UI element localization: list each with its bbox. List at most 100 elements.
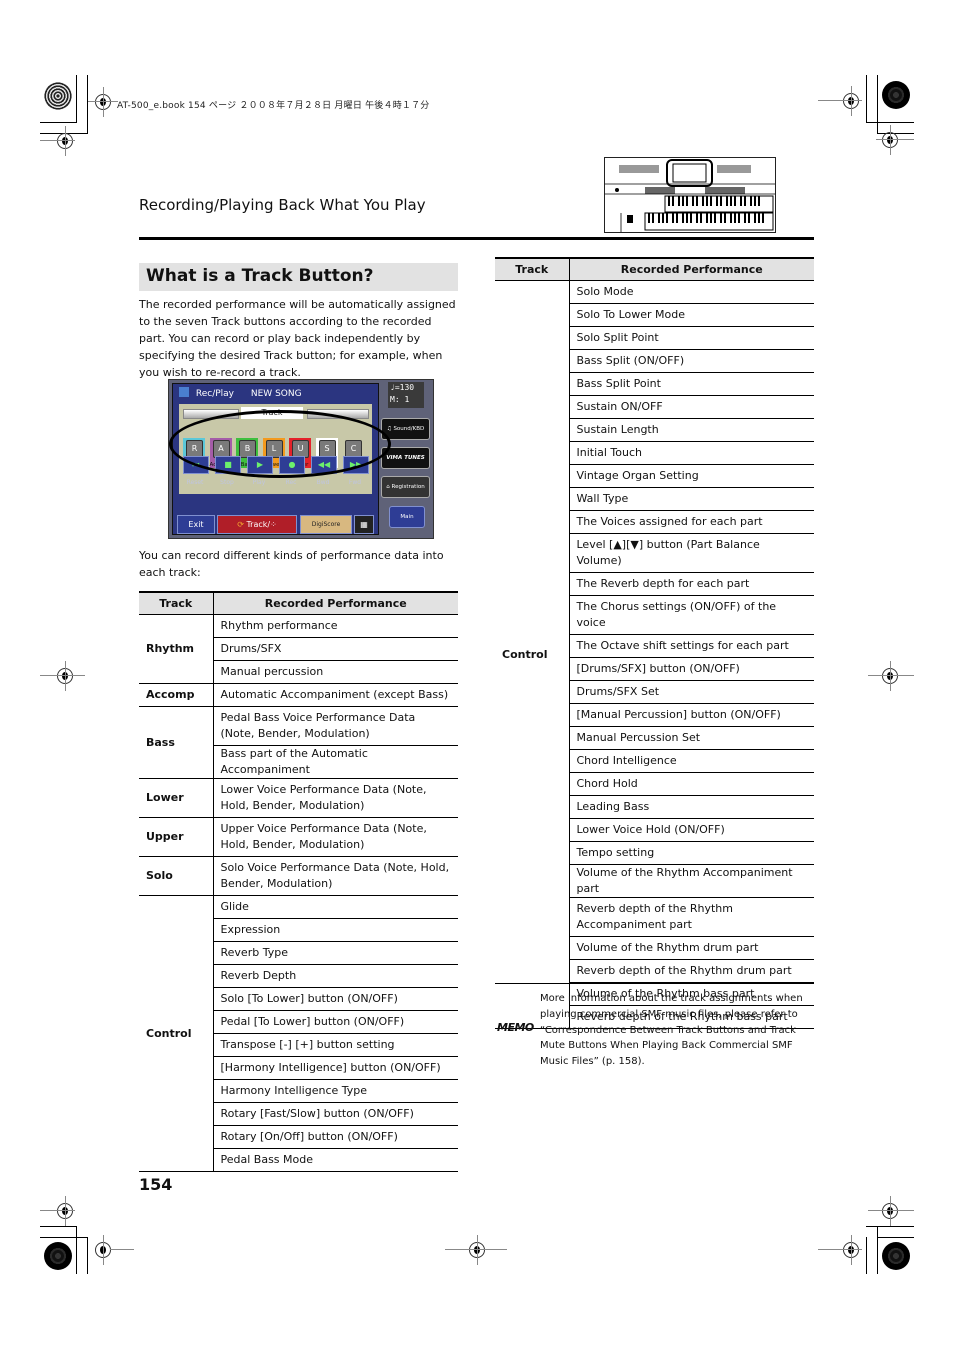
registration-mark (95, 1235, 111, 1265)
crop-mark (110, 1249, 134, 1250)
registration-button[interactable]: ⌂ Registration (381, 476, 430, 498)
lcd-mode: Rec/Play (195, 389, 235, 399)
performance-cell: Bass Split (ON/OFF) (569, 349, 814, 373)
track-mute-button[interactable]: ⟳ Track/⁘ (217, 515, 297, 534)
track-name-cell: Upper (139, 817, 214, 857)
performance-cell: Drums/SFX Set (569, 680, 814, 704)
rec-label: Rec (285, 479, 297, 486)
registration-mark (57, 126, 73, 156)
page-number: 154 (139, 1175, 173, 1194)
performance-cell: Chord Intelligence (569, 749, 814, 773)
table-row: Control Glide (139, 895, 458, 1172)
performance-cell: Solo To Lower Mode (569, 303, 814, 327)
performance-cell: Sustain ON/OFF (569, 395, 814, 419)
lcd-song-name: NEW SONG (250, 389, 302, 399)
performance-cell: Solo Voice Performance Data (Note, Hold,… (213, 856, 458, 896)
registration-mark (843, 1235, 859, 1265)
tempo-display: ♩=130 M: 1 (388, 382, 424, 408)
performance-cell: Manual percussion (213, 660, 458, 684)
registration-mark (469, 1235, 485, 1265)
crop-mark (40, 140, 75, 141)
performance-cell: Rotary [Fast/Slow] button (ON/OFF) (213, 1102, 458, 1126)
track-name-cell: Rhythm (139, 614, 214, 684)
crop-mark (87, 1237, 88, 1274)
registration-mark (57, 1196, 73, 1226)
performance-cell: Tempo setting (569, 841, 814, 865)
performance-cell: Initial Touch (569, 441, 814, 465)
panel-icon-button[interactable]: ▦ (354, 515, 374, 534)
crop-mark (88, 101, 118, 102)
play-label: Play (252, 479, 266, 486)
registration-target-top-right (882, 81, 910, 109)
registration-mark (95, 87, 111, 117)
performance-cell: Rotary [On/Off] button (ON/OFF) (213, 1125, 458, 1149)
performance-cell: [Harmony Intelligence] button (ON/OFF) (213, 1056, 458, 1080)
crop-mark (866, 1226, 914, 1227)
performance-cell: Solo Mode (569, 280, 814, 304)
registration-mark (57, 661, 73, 691)
crop-mark (445, 1249, 507, 1250)
performance-cell: Level [▲][▼] button (Part Balance Volume… (569, 533, 814, 573)
lcd-title-bar: Rec/Play NEW SONG (179, 387, 302, 399)
performance-cell: Glide (213, 895, 458, 919)
performance-cell: Sustain Length (569, 418, 814, 442)
crop-mark (877, 75, 878, 133)
running-head: Recording/Playing Back What You Play (139, 196, 426, 214)
track-performance-table-left: Track Recorded Performance Rhythm Rhythm … (139, 591, 458, 1172)
crop-mark (76, 75, 77, 122)
performance-cell: The Octave shift settings for each part (569, 634, 814, 658)
crop-mark (877, 1226, 878, 1274)
stop-label: Stop (220, 479, 234, 486)
crop-mark (818, 1249, 862, 1250)
exit-button[interactable]: Exit (177, 515, 215, 534)
loop-icon: ⟳ (237, 520, 244, 529)
table-row: Control Solo Mode (495, 280, 814, 1029)
performance-cell: Volume of the Rhythm Accompaniment part (569, 864, 814, 898)
crop-mark (40, 122, 77, 123)
crop-mark (877, 1237, 914, 1238)
performance-cell: Lower Voice Hold (ON/OFF) (569, 818, 814, 842)
rec-play-icon (179, 387, 189, 397)
lead-in-paragraph: You can record different kinds of perfor… (139, 549, 444, 579)
lcd-screen-image: Rec/Play NEW SONG Track RRhythmAAccompBB… (168, 379, 434, 539)
registration-target-top-left (44, 82, 72, 110)
section-heading: What is a Track Button? (139, 263, 458, 291)
performance-cell: Chord Hold (569, 772, 814, 796)
performance-cell: Solo [To Lower] button (ON/OFF) (213, 987, 458, 1011)
organ-keyboard-thumbnail-icon (604, 157, 776, 233)
crop-mark (40, 1210, 75, 1211)
performance-cell: Vintage Organ Setting (569, 464, 814, 488)
tempo-value: ♩=130 (390, 383, 415, 392)
table-header-performance: Recorded Performance (569, 257, 814, 281)
performance-cell: [Manual Percussion] button (ON/OFF) (569, 703, 814, 727)
table-row: Lower Lower Voice Performance Data (Note,… (139, 778, 458, 818)
print-bookline: AT-500_e.book 154 ページ ２００８年７月２８日 月曜日 午後４… (117, 101, 430, 111)
table-header-track: Track (139, 591, 214, 615)
crop-mark (40, 1237, 88, 1238)
performance-cell: Rhythm performance (213, 614, 458, 638)
performance-cell: Reverb depth of the Rhythm Accompaniment… (569, 897, 814, 937)
performance-cell: Pedal Bass Voice Performance Data (Note,… (213, 706, 458, 746)
highlight-ellipse (169, 410, 391, 478)
crop-mark (868, 675, 914, 676)
main-button[interactable]: Main (389, 506, 425, 528)
memo-rule (495, 983, 814, 984)
performance-cell: Lower Voice Performance Data (Note, Hold… (213, 778, 458, 818)
performance-cell: The Voices assigned for each part (569, 510, 814, 534)
table-row: Solo Solo Voice Performance Data (Note, H… (139, 856, 458, 896)
registration-mark (882, 125, 898, 155)
intro-paragraph: The recorded performance will be automat… (139, 298, 456, 379)
measure-value: M: 1 (390, 395, 410, 404)
track-name-cell: Control (495, 280, 570, 1029)
performance-cell: Leading Bass (569, 795, 814, 819)
performance-cell: Upper Voice Performance Data (Note, Hold… (213, 817, 458, 857)
section-title: What is a Track Button? (146, 266, 374, 286)
bwd-label: Bwd (316, 479, 330, 486)
table-header-performance: Recorded Performance (213, 591, 458, 615)
digiscore-button[interactable]: DigiScore (300, 515, 352, 534)
performance-cell: Pedal Bass Mode (213, 1148, 458, 1172)
table-header-track: Track (495, 257, 570, 281)
registration-mark (882, 661, 898, 691)
performance-cell: The Reverb depth for each part (569, 572, 814, 596)
header-rule (139, 237, 814, 240)
